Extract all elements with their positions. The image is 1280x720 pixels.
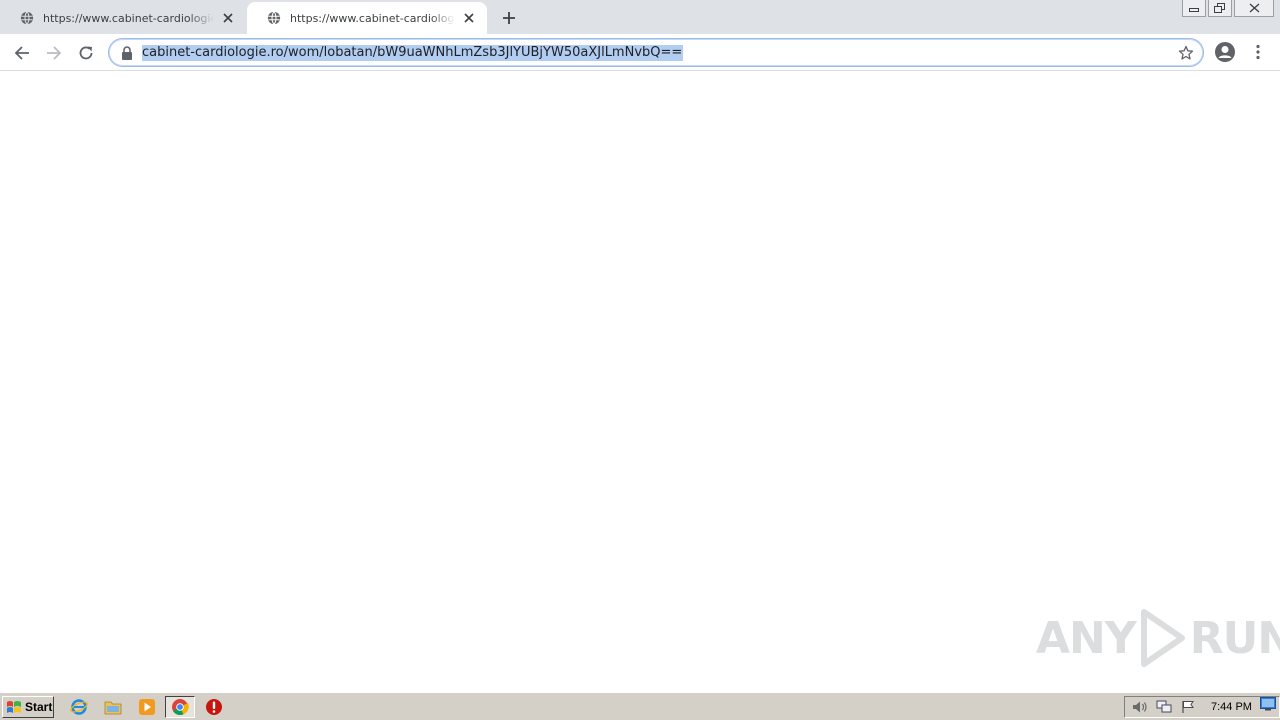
bookmark-star-icon[interactable] [1178,45,1194,61]
show-desktop-icon[interactable] [1260,697,1276,711]
minimize-button[interactable] [1182,0,1206,17]
address-bar[interactable]: cabinet-cardiologie.ro/wom/lobatan/bW9ua… [108,38,1204,67]
globe-icon [20,11,34,25]
tab-active[interactable]: https://www.cabinet-cardiologie.ro/wom/l… [247,2,487,34]
restore-icon [1214,3,1225,13]
watermark-text-right: RUN [1189,612,1280,664]
windows-logo-icon [7,701,21,713]
plus-icon [503,12,515,24]
watermark-text-left: ANY [1036,612,1137,664]
tab-title: https://www.cabinet-cardiologie.ro/wom/l… [290,11,455,25]
speaker-icon [1133,701,1147,713]
browser-toolbar: cabinet-cardiologie.ro/wom/lobatan/bW9ua… [0,34,1280,71]
url-text[interactable]: cabinet-cardiologie.ro/wom/lobatan/bW9ua… [142,45,684,61]
tab-title: https://www.cabinet-cardiologie.ro/wom/l… [43,11,214,25]
window-controls [1182,0,1280,18]
browser-menu-button[interactable] [1250,41,1266,63]
back-button[interactable] [9,40,35,66]
new-tab-button[interactable] [499,8,519,28]
start-button[interactable]: Start [2,696,54,718]
tab-close-icon[interactable] [461,10,477,26]
arrow-right-icon [47,46,62,60]
action-center-button[interactable] [1179,699,1197,715]
kebab-menu-icon [1256,44,1260,60]
minimize-icon [1189,8,1199,12]
chrome-taskbar-button[interactable] [165,696,195,718]
media-player-launcher[interactable] [136,697,158,717]
reload-button[interactable] [73,40,99,66]
media-player-icon [139,699,155,715]
anyrun-watermark: ANY RUN [1036,608,1280,668]
flag-icon [1182,701,1194,713]
restore-button[interactable] [1208,0,1232,17]
tab-inactive[interactable]: https://www.cabinet-cardiologie.ro/wom/l… [0,2,246,34]
reload-icon [79,46,93,60]
system-clock[interactable]: 7:44 PM [1211,701,1252,713]
play-logo-icon [1140,609,1185,667]
file-explorer-launcher[interactable] [102,697,124,717]
globe-icon [267,11,281,25]
alert-shield-icon [206,699,222,715]
start-label: Start [25,700,53,714]
internet-explorer-icon [70,699,88,715]
page-viewport: ANY RUN [0,72,1280,692]
security-app-launcher[interactable] [203,697,225,717]
system-tray: 7:44 PM [1124,696,1280,718]
lock-icon[interactable] [121,46,133,60]
tab-strip: https://www.cabinet-cardiologie.ro/wom/l… [0,0,1280,34]
arrow-left-icon [14,46,29,60]
forward-button[interactable] [41,40,67,66]
network-icon [1156,700,1172,713]
chrome-icon [172,699,189,715]
tab-close-icon[interactable] [220,10,236,26]
network-button[interactable] [1155,699,1173,715]
close-icon [1249,3,1259,13]
window-close-button[interactable] [1234,0,1274,17]
volume-button[interactable] [1131,699,1149,715]
taskbar: Start 7:44 PM [0,692,1280,720]
internet-explorer-launcher[interactable] [68,697,90,717]
profile-avatar-icon[interactable] [1214,41,1236,63]
folder-icon [104,701,122,715]
